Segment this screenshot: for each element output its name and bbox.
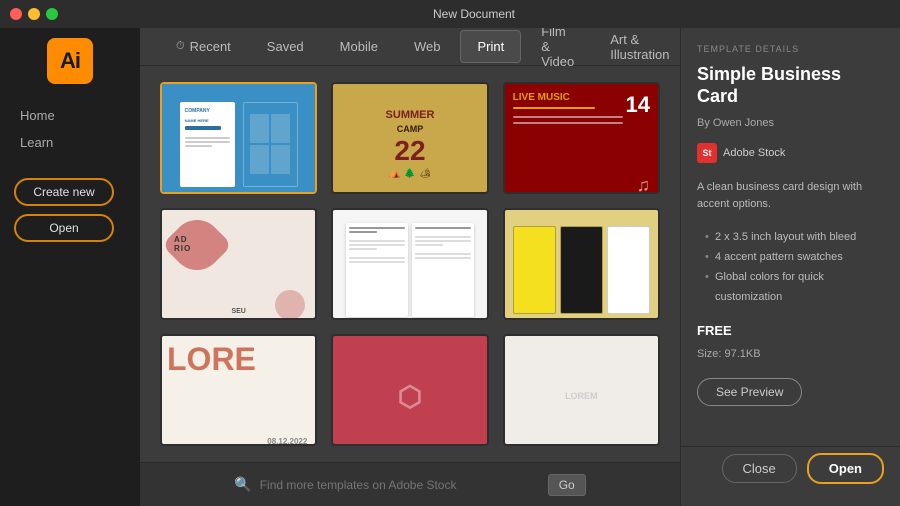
template-thumb-lorem1: LORE 08.12.2022 bbox=[162, 336, 315, 446]
announce-preview: LIVE MUSIC 14 ♫ bbox=[505, 84, 658, 194]
lorem1-preview: LORE 08.12.2022 bbox=[162, 336, 315, 446]
sidebar: Ai Home Learn Create new Open bbox=[0, 28, 140, 506]
trifold-preview bbox=[505, 210, 658, 320]
biz-card-line-company bbox=[185, 126, 221, 130]
stock-name: Adobe Stock bbox=[723, 147, 785, 159]
biz-card-back-grid bbox=[250, 114, 290, 174]
open-button[interactable]: Open bbox=[807, 453, 884, 484]
create-new-button[interactable]: Create new bbox=[14, 178, 114, 206]
search-icon: 🔍 bbox=[234, 476, 251, 493]
search-bar: 🔍 Go bbox=[140, 462, 680, 506]
open-file-button[interactable]: Open bbox=[14, 214, 114, 242]
biz-card-front: COMPANY NAME HERE bbox=[180, 102, 235, 187]
template-card-summer[interactable]: SUMMER CAMP 22 ⛺🌲🏕 Summer Camp Poster FR… bbox=[331, 82, 488, 194]
tab-film-video[interactable]: Film & Video bbox=[525, 28, 590, 77]
maximize-traffic-light[interactable] bbox=[46, 8, 58, 20]
panel-feature-2: 4 accent pattern swatches bbox=[705, 248, 884, 268]
template-thumb-announce: LIVE MUSIC 14 ♫ bbox=[505, 84, 658, 194]
tab-saved[interactable]: Saved bbox=[251, 31, 320, 62]
panel-description: A clean business card design with accent… bbox=[697, 179, 884, 212]
panel-feature-1: 2 x 3.5 inch layout with bleed bbox=[705, 228, 884, 248]
template-thumb-summer: SUMMER CAMP 22 ⛺🌲🏕 bbox=[333, 84, 486, 194]
new-document-modal: ⏱ Recent Saved Mobile Web Print Film & V… bbox=[140, 28, 900, 506]
sidebar-item-home[interactable]: Home bbox=[14, 104, 126, 127]
tab-mobile[interactable]: Mobile bbox=[324, 31, 394, 62]
tab-print[interactable]: Print bbox=[460, 30, 521, 63]
panel-template-title: Simple Business Card bbox=[697, 64, 884, 107]
clock-icon: ⏱ bbox=[176, 40, 185, 53]
sidebar-nav: Home Learn bbox=[0, 104, 140, 154]
template-thumb-floral: ADRIO SEU bbox=[162, 210, 315, 320]
tab-art-illustration[interactable]: Art & Illustration bbox=[594, 28, 680, 70]
tab-web[interactable]: Web bbox=[398, 31, 457, 62]
template-card-floral[interactable]: ADRIO SEU Floral Overprint Effect Flyers… bbox=[160, 208, 317, 320]
biz-card-preview: COMPANY NAME HERE bbox=[162, 84, 315, 194]
tabs-bar: ⏱ Recent Saved Mobile Web Print Film & V… bbox=[140, 28, 680, 66]
panel-section-label: TEMPLATE DETAILS bbox=[697, 44, 884, 54]
window-title: New Document bbox=[58, 7, 890, 21]
summer-preview: SUMMER CAMP 22 ⛺🌲🏕 bbox=[333, 84, 486, 194]
template-card-biz[interactable]: COMPANY NAME HERE bbox=[160, 82, 317, 194]
biz-card-back bbox=[243, 102, 298, 187]
template-card-lorem3[interactable]: LOREM bbox=[503, 334, 660, 446]
tab-recent[interactable]: ⏱ Recent bbox=[160, 31, 247, 62]
search-input[interactable] bbox=[260, 478, 540, 492]
template-card-lorem1[interactable]: LORE 08.12.2022 bbox=[160, 334, 317, 446]
template-thumb-biz: COMPANY NAME HERE bbox=[162, 84, 315, 194]
search-go-button[interactable]: Go bbox=[548, 474, 586, 496]
resume-preview bbox=[333, 210, 486, 320]
panel-price: FREE bbox=[697, 323, 884, 338]
panel-author: By Owen Jones bbox=[697, 117, 884, 129]
stock-badge: St Adobe Stock bbox=[697, 143, 884, 163]
app-logo: Ai bbox=[47, 38, 93, 84]
modal-body: ⏱ Recent Saved Mobile Web Print Film & V… bbox=[140, 28, 900, 506]
adobe-stock-icon: St bbox=[697, 143, 717, 163]
template-card-announce[interactable]: LIVE MUSIC 14 ♫ Announcement Posters FRE… bbox=[503, 82, 660, 194]
template-thumb-lorem3: LOREM bbox=[505, 336, 658, 446]
title-bar: New Document bbox=[0, 0, 900, 28]
traffic-lights bbox=[10, 8, 58, 20]
template-thumb-lorem2: ⬡ bbox=[333, 336, 486, 446]
template-card-lorem2[interactable]: ⬡ bbox=[331, 334, 488, 446]
panel-size: Size: 97.1KB bbox=[697, 348, 884, 360]
panel-features-list: 2 x 3.5 inch layout with bleed 4 accent … bbox=[697, 228, 884, 307]
bottom-action-bar: Close Open bbox=[681, 446, 900, 490]
tabs-and-content: ⏱ Recent Saved Mobile Web Print Film & V… bbox=[140, 28, 680, 506]
panel-feature-3: Global colors for quick customization bbox=[705, 268, 884, 308]
sidebar-actions: Create new Open bbox=[0, 164, 128, 256]
template-card-resume[interactable]: Classic Resume and Cover Letter... FREE bbox=[331, 208, 488, 320]
close-traffic-light[interactable] bbox=[10, 8, 22, 20]
see-preview-button[interactable]: See Preview bbox=[697, 378, 802, 406]
minimize-traffic-light[interactable] bbox=[28, 8, 40, 20]
sidebar-item-learn[interactable]: Learn bbox=[14, 131, 126, 154]
template-thumb-resume bbox=[333, 210, 486, 320]
template-details-panel: TEMPLATE DETAILS Simple Business Card By… bbox=[680, 28, 900, 506]
template-grid: COMPANY NAME HERE bbox=[140, 66, 680, 462]
template-card-trifold[interactable]: Bold and Bright Trifold Brochure ... FRE… bbox=[503, 208, 660, 320]
template-thumb-trifold bbox=[505, 210, 658, 320]
floral-preview: ADRIO SEU bbox=[162, 210, 315, 320]
close-button[interactable]: Close bbox=[722, 454, 797, 483]
